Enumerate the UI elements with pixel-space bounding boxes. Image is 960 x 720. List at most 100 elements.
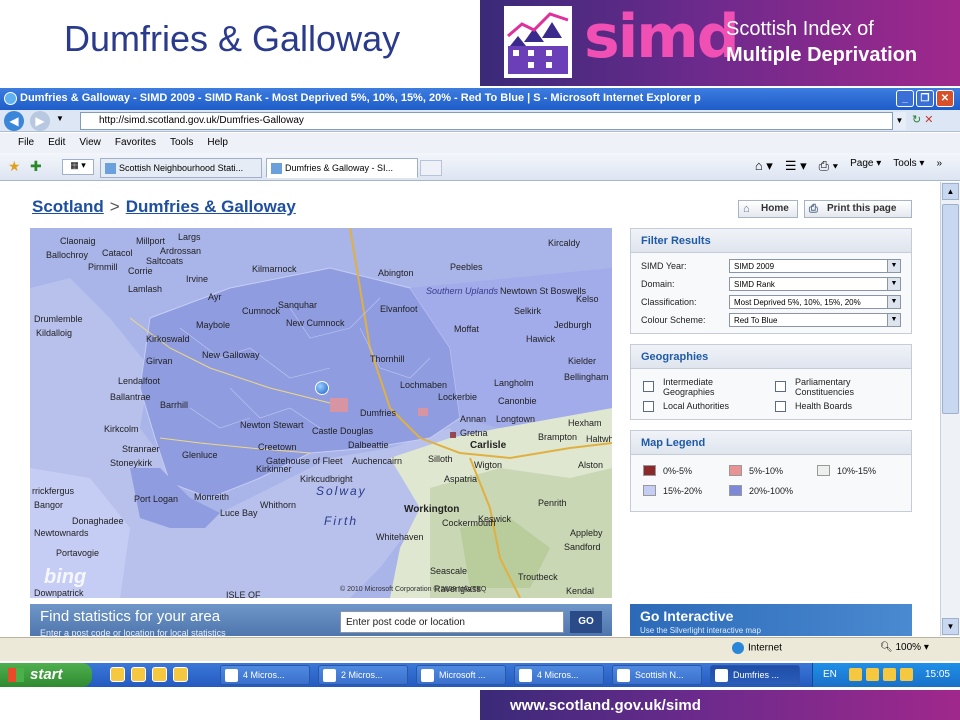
add-favorite-icon[interactable]: ✚ bbox=[30, 158, 42, 175]
breadcrumb-separator: > bbox=[109, 197, 120, 216]
restore-button[interactable]: ❐ bbox=[916, 90, 934, 107]
history-dropdown-icon[interactable]: ▼ bbox=[56, 114, 64, 123]
simd-wordmark: simd bbox=[584, 2, 740, 72]
quick-launch-icon[interactable] bbox=[110, 667, 125, 682]
classification-select[interactable]: Most Deprived 5%, 10%, 15%, 20% ▼ bbox=[729, 295, 901, 309]
window-title: Dumfries & Galloway - SIMD 2009 - SIMD R… bbox=[20, 92, 701, 104]
map-label: Hexham bbox=[568, 418, 602, 428]
menu-edit[interactable]: Edit bbox=[48, 137, 65, 153]
tray-icon[interactable] bbox=[900, 668, 913, 681]
taskbar-item[interactable]: 2 Micros... bbox=[318, 665, 408, 685]
more-chevron-icon[interactable]: » bbox=[936, 158, 942, 174]
map-label: Abington bbox=[378, 268, 414, 278]
menu-view[interactable]: View bbox=[79, 137, 101, 153]
tray-icon[interactable] bbox=[866, 668, 879, 681]
legend-label: 0%-5% bbox=[663, 466, 693, 476]
forward-icon[interactable]: ▶ bbox=[30, 111, 50, 131]
feeds-icon[interactable]: ☰ ▾ bbox=[785, 158, 807, 174]
close-button[interactable]: ✕ bbox=[936, 90, 954, 107]
scroll-down-icon[interactable]: ▼ bbox=[942, 618, 959, 635]
zoom-level[interactable]: 🔍︎ 100% ▾ bbox=[880, 642, 929, 653]
app-icon bbox=[421, 669, 434, 682]
map-label: Ardrossan bbox=[160, 246, 202, 256]
breadcrumb-dumfries-link[interactable]: Dumfries & Galloway bbox=[126, 197, 296, 216]
map-label: Millport bbox=[136, 236, 166, 246]
postcode-input[interactable]: Enter post code or location bbox=[340, 611, 564, 633]
chevron-down-icon: ▼ bbox=[887, 296, 900, 308]
address-dropdown-icon[interactable]: ▼ bbox=[892, 112, 906, 130]
simd-year-select[interactable]: SIMD 2009 ▼ bbox=[729, 259, 901, 273]
go-button[interactable]: GO bbox=[570, 611, 602, 633]
print-page-button[interactable]: ⎙ Print this page bbox=[804, 200, 912, 218]
home-button[interactable]: ⌂ Home bbox=[738, 200, 798, 218]
map-label: Ballantrae bbox=[110, 392, 151, 402]
map-graphic bbox=[30, 228, 612, 598]
back-icon[interactable]: ◀ bbox=[4, 111, 24, 131]
legend-swatch bbox=[817, 465, 830, 476]
map-label: Ballochroy bbox=[46, 250, 89, 260]
minimize-button[interactable]: _ bbox=[896, 90, 914, 107]
taskbar-item-active[interactable]: Dumfries ... bbox=[710, 665, 800, 685]
taskbar-item[interactable]: 4 Micros... bbox=[220, 665, 310, 685]
map-label: Troutbeck bbox=[518, 572, 558, 582]
map-label: Catacol bbox=[102, 248, 133, 258]
tab-scottish-neighbourhood[interactable]: Scottish Neighbourhood Stati... bbox=[100, 158, 262, 178]
quick-launch-icon[interactable] bbox=[131, 667, 146, 682]
taskbar-item[interactable]: 4 Micros... bbox=[514, 665, 604, 685]
map-label: Peebles bbox=[450, 262, 483, 272]
favorites-star-icon[interactable]: ★ bbox=[8, 158, 21, 175]
new-tab-button[interactable] bbox=[420, 160, 442, 176]
geography-label: Intermediate Geographies bbox=[663, 377, 715, 397]
chevron-down-icon: ▼ bbox=[887, 278, 900, 290]
menu-favorites[interactable]: Favorites bbox=[115, 137, 156, 153]
map-label: Elvanfoot bbox=[380, 304, 418, 314]
health-boards-checkbox[interactable] bbox=[775, 401, 786, 412]
refresh-stop-icons[interactable]: ↻ ✕ bbox=[912, 113, 934, 126]
map-label: Kendal bbox=[566, 586, 595, 596]
breadcrumb-scotland-link[interactable]: Scotland bbox=[32, 197, 104, 216]
menu-file[interactable]: File bbox=[18, 137, 34, 153]
map-label: Portavogie bbox=[56, 548, 100, 558]
tray-icon[interactable] bbox=[883, 668, 896, 681]
map-label: Silloth bbox=[428, 454, 453, 464]
tray-icon[interactable] bbox=[849, 668, 862, 681]
quick-launch-icon[interactable] bbox=[173, 667, 188, 682]
legend-label: 5%-10% bbox=[749, 466, 784, 476]
url-input[interactable]: http://simd.scotland.gov.uk/Dumfries-Gal… bbox=[80, 112, 906, 130]
tab-dumfries-galloway[interactable]: Dumfries & Galloway - SI... bbox=[266, 158, 418, 178]
page-content: Scotland > Dumfries & Galloway ⌂ Home ⎙ Pr… bbox=[10, 182, 940, 638]
map-legend-title: Map Legend bbox=[631, 431, 911, 455]
scroll-up-icon[interactable]: ▲ bbox=[942, 183, 959, 200]
deprivation-map[interactable]: Claonaig Millport Largs Ballochroy Catac… bbox=[30, 228, 612, 598]
map-label: New Cumnock bbox=[286, 318, 345, 328]
page-menu[interactable]: Page ▾ bbox=[850, 158, 881, 174]
clock[interactable]: 15:05 bbox=[925, 669, 950, 680]
start-button[interactable]: start bbox=[0, 663, 92, 687]
map-label: Selkirk bbox=[514, 306, 542, 316]
scroll-thumb[interactable] bbox=[942, 204, 959, 414]
intermediate-geographies-checkbox[interactable] bbox=[643, 381, 654, 392]
vertical-scrollbar[interactable]: ▲ ▼ bbox=[940, 182, 960, 636]
go-interactive-panel[interactable]: Go Interactive Use the Silverlight inter… bbox=[630, 604, 912, 636]
menu-tools[interactable]: Tools bbox=[170, 137, 193, 153]
legend-label: 10%-15% bbox=[837, 466, 877, 476]
taskbar-item[interactable]: Microsoft ... bbox=[416, 665, 506, 685]
home-icon[interactable]: ⌂ ▾ bbox=[755, 158, 773, 174]
quick-launch-icon[interactable] bbox=[152, 667, 167, 682]
quick-tabs-button[interactable]: ▦ ▾ bbox=[62, 159, 94, 175]
location-pin-icon[interactable] bbox=[315, 381, 329, 395]
local-authorities-checkbox[interactable] bbox=[643, 401, 654, 412]
sea-label: Firth bbox=[324, 514, 358, 528]
language-indicator[interactable]: EN bbox=[823, 669, 837, 680]
taskbar-item[interactable]: Scottish N... bbox=[612, 665, 702, 685]
tools-menu[interactable]: Tools ▾ bbox=[893, 158, 924, 174]
parliamentary-constituencies-checkbox[interactable] bbox=[775, 381, 786, 392]
excel-icon bbox=[519, 669, 532, 682]
menu-help[interactable]: Help bbox=[207, 137, 228, 153]
map-label: Kirkcudbright bbox=[300, 474, 353, 484]
map-label: Langholm bbox=[494, 378, 534, 388]
print-icon[interactable]: ⎙ ▾ bbox=[819, 158, 838, 174]
map-label: Whithorn bbox=[260, 500, 297, 510]
domain-select[interactable]: SIMD Rank ▼ bbox=[729, 277, 901, 291]
colour-scheme-select[interactable]: Red To Blue ▼ bbox=[729, 313, 901, 327]
